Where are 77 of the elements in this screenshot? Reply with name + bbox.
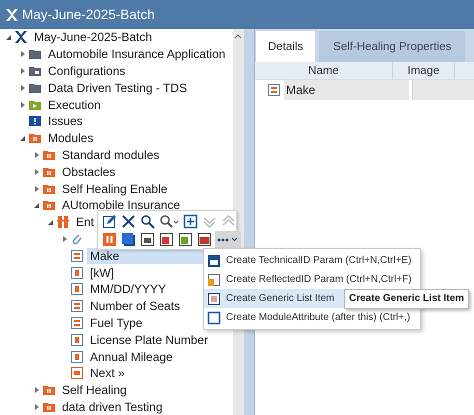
tree-item[interactable]: [kW]: [87, 264, 117, 281]
control-button[interactable]: [196, 230, 213, 248]
text-field-icon: [70, 282, 84, 296]
tree-item[interactable]: Number of Seats: [87, 298, 184, 314]
scroll-up-icon[interactable]: [234, 33, 242, 39]
tab[interactable]: Details: [256, 31, 316, 62]
tree-item[interactable]: Self Healing Enable: [59, 180, 170, 197]
text-field-icon: [70, 350, 84, 364]
add-box-button[interactable]: [182, 212, 199, 230]
reflected-id-icon: [207, 272, 221, 286]
control-button[interactable]: [177, 230, 194, 248]
table-cell: Make: [284, 80, 409, 100]
square-icon: [121, 232, 136, 246]
tree-item[interactable]: Issues: [45, 113, 86, 130]
window-title: May-June-2025-Batch: [22, 7, 155, 22]
tree-item[interactable]: Standard modules: [59, 146, 162, 163]
folder-icon: [28, 47, 42, 62]
tree-item[interactable]: Configurations: [45, 62, 128, 79]
menu-item[interactable]: Create ModuleAttribute (after this) (Ctrl+,): [204, 308, 420, 327]
tab[interactable]: Self-Healing Properties: [319, 31, 466, 62]
tree-item[interactable]: Automobile Insurance Application: [45, 46, 228, 62]
paperclip-icon: [70, 232, 84, 246]
tree-item[interactable]: data driven Testing: [59, 398, 166, 415]
menu-item[interactable]: Create ReflectedID Param (Ctrl+N,Ctrl+F): [204, 270, 420, 289]
delete-icon: [121, 214, 136, 228]
search-dropdown-icon: [159, 214, 179, 228]
square-button[interactable]: [120, 230, 137, 248]
delete-button[interactable]: [120, 212, 137, 230]
list-field-icon: [70, 299, 84, 314]
more-button[interactable]: [215, 230, 241, 248]
text-field-icon: [70, 266, 84, 280]
tree-item[interactable]: Fuel Type: [87, 314, 146, 331]
tree-item[interactable]: Ent: [73, 214, 98, 230]
column-header[interactable]: Name: [255, 62, 393, 79]
tree-item[interactable]: Obstacles: [59, 164, 118, 180]
list-item-icon: [207, 292, 221, 306]
menu-item[interactable]: Create TechnicalID Param (Ctrl+N,Ctrl+E): [204, 251, 420, 270]
control-icon: [140, 232, 155, 246]
search-icon: [140, 214, 155, 228]
issue-icon: [28, 114, 42, 128]
x-logo-icon: [4, 6, 20, 22]
control-icon: [178, 232, 193, 246]
tree-item[interactable]: Annual Mileage: [87, 348, 176, 365]
button-field-icon: [70, 366, 84, 380]
tree-item[interactable]: AUtomobile Insurance: [59, 197, 184, 214]
control-button[interactable]: [158, 230, 175, 248]
list-field-icon: [70, 248, 84, 263]
chevron-up-icon: [221, 214, 236, 228]
tree-item[interactable]: Execution: [45, 96, 104, 113]
search-button[interactable]: [139, 212, 156, 230]
tree-item[interactable]: MM/DD/YYYY: [87, 281, 170, 298]
tree-item[interactable]: May-June-2025-Batch: [31, 29, 156, 46]
list-field-icon: [267, 83, 281, 97]
pencil-icon: [102, 214, 117, 228]
control-icon: [159, 232, 174, 246]
module-folder-icon: [42, 383, 56, 398]
technical-id-icon: [207, 254, 221, 268]
column-header[interactable]: Image: [393, 62, 455, 79]
module-icon: [102, 232, 117, 246]
control-icon: [197, 232, 212, 246]
module-folder-icon: [42, 198, 56, 212]
list-field-icon: [70, 316, 84, 330]
tooltip: Create Generic List Item: [344, 289, 470, 309]
tree-item[interactable]: Modules: [45, 130, 96, 146]
tree-item[interactable]: Next »: [87, 365, 128, 382]
pencil-button[interactable]: [101, 212, 118, 230]
x-logo-icon: [14, 30, 28, 44]
tree-item[interactable]: Self Healing: [59, 382, 130, 398]
square-icon: [207, 310, 221, 324]
search-dropdown-button[interactable]: [158, 212, 180, 230]
tree-item[interactable]: License Plate Number: [87, 332, 212, 348]
module-icon: [56, 215, 70, 230]
add-box-icon: [183, 214, 198, 228]
text-field-icon: [70, 332, 84, 347]
module-folder-icon: [28, 131, 42, 146]
tree-item[interactable]: Data Driven Testing - TDS: [45, 80, 190, 96]
control-button[interactable]: [139, 230, 156, 248]
